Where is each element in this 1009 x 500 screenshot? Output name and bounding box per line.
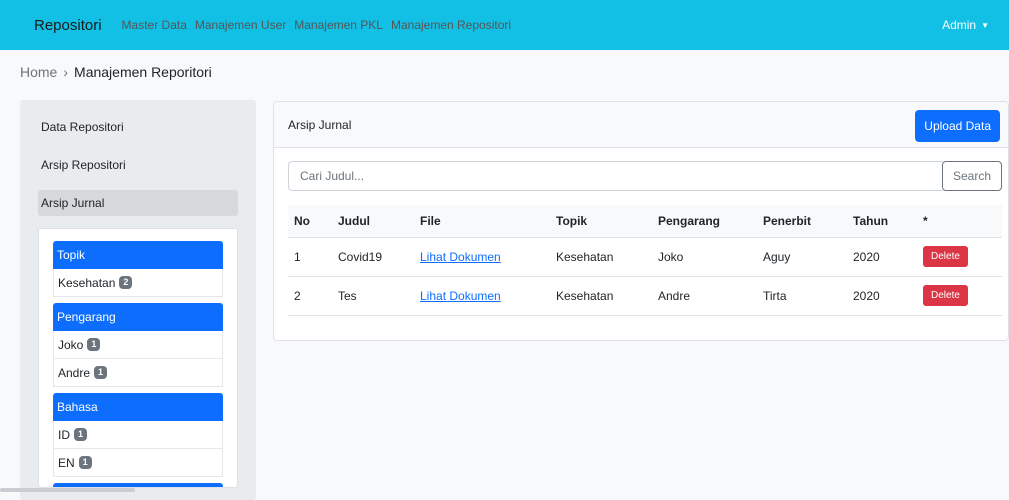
horizontal-scrollbar[interactable] xyxy=(0,488,135,492)
filter-item[interactable]: Andre 1 xyxy=(53,359,223,387)
filter-item-label: ID xyxy=(58,427,70,442)
cell-tahun: 2020 xyxy=(847,275,917,316)
filter-item-label: EN xyxy=(58,455,75,470)
count-badge: 1 xyxy=(78,456,92,469)
count-badge: 1 xyxy=(87,338,101,351)
cell-no: 1 xyxy=(288,236,332,276)
col-header-topik: Topik xyxy=(556,213,588,228)
card-header: Arsip Jurnal xyxy=(274,102,1008,148)
table-row: 1 Covid19 Lihat Dokumen Kesehatan Joko A… xyxy=(288,236,1002,276)
filter-item-label: Joko xyxy=(58,337,84,352)
cell-penerbit: Aguy xyxy=(757,236,847,276)
user-name: Admin xyxy=(942,18,977,32)
filter-item[interactable]: EN 1 xyxy=(53,449,223,477)
col-header-tahun: Tahun xyxy=(853,213,889,228)
filter-item-label: Andre xyxy=(58,365,91,380)
filter-item-label: Kesehatan xyxy=(58,275,116,290)
cell-judul: Covid19 xyxy=(332,236,414,276)
filter-item[interactable]: Joko 1 xyxy=(53,331,223,359)
breadcrumb: Home › Manajemen Reporitori xyxy=(20,64,212,80)
search-input[interactable] xyxy=(288,161,943,191)
search-button[interactable]: Search xyxy=(941,161,1002,191)
col-header-judul: Judul xyxy=(338,213,370,228)
cell-tahun: 2020 xyxy=(847,236,917,276)
nav-master-data[interactable]: Master Data xyxy=(122,18,187,32)
cell-pengarang: Andre xyxy=(652,275,757,316)
col-header-no: No xyxy=(294,213,310,228)
arsip-jurnal-card: Arsip Jurnal Upload Data Search No Judul… xyxy=(273,101,1009,341)
count-badge: 1 xyxy=(74,428,88,441)
filter-item[interactable]: ID 1 xyxy=(53,421,223,449)
user-dropdown[interactable]: Admin ▼ xyxy=(942,18,989,32)
filter-group-bahasa: Bahasa ID 1 EN 1 xyxy=(53,393,223,477)
filter-group-topik: Topik Kesehatan 2 xyxy=(53,241,223,297)
cell-topik: Kesehatan xyxy=(550,275,652,316)
nav-manajemen-pkl[interactable]: Manajemen PKL xyxy=(294,18,383,32)
brand-link[interactable]: Repositori xyxy=(34,17,102,34)
cell-judul: Tes xyxy=(332,275,414,316)
search-form: Search xyxy=(288,161,1002,191)
lihat-dokumen-link[interactable]: Lihat Dokumen xyxy=(420,289,501,303)
breadcrumb-current: Manajemen Reporitori xyxy=(74,64,212,80)
filter-group-pengarang: Pengarang Joko 1 Andre 1 xyxy=(53,303,223,387)
delete-button[interactable]: Delete xyxy=(923,285,968,306)
sidebar-item-arsip-repositori[interactable]: Arsip Repositori xyxy=(38,152,238,178)
breadcrumb-home[interactable]: Home xyxy=(20,64,57,80)
nav-manajemen-repositori[interactable]: Manajemen Repositori xyxy=(391,18,511,32)
chevron-down-icon: ▼ xyxy=(981,20,989,30)
nav-manajemen-user[interactable]: Manajemen User xyxy=(195,18,286,32)
filter-group-title: Bahasa xyxy=(53,393,223,421)
jurnal-table: No Judul File Topik Pengarang Penerbit T… xyxy=(288,205,1002,316)
cell-topik: Kesehatan xyxy=(550,236,652,276)
delete-button[interactable]: Delete xyxy=(923,246,968,267)
filter-group-title: Topik xyxy=(53,241,223,269)
sidebar-item-data-repositori[interactable]: Data Repositori xyxy=(38,114,238,140)
lihat-dokumen-link[interactable]: Lihat Dokumen xyxy=(420,250,501,264)
cell-no: 2 xyxy=(288,275,332,316)
upload-data-button[interactable]: Upload Data xyxy=(915,110,1000,142)
filter-item[interactable]: Kesehatan 2 xyxy=(53,269,223,297)
col-header-file: File xyxy=(420,213,441,228)
card-title: Arsip Jurnal xyxy=(288,117,352,132)
sidebar: Data Repositori Arsip Repositori Arsip J… xyxy=(20,100,256,500)
col-header-pengarang: Pengarang xyxy=(658,213,721,228)
table-header-row: No Judul File Topik Pengarang Penerbit T… xyxy=(288,205,1002,237)
col-header-action: * xyxy=(923,213,928,228)
table-row: 2 Tes Lihat Dokumen Kesehatan Andre Tirt… xyxy=(288,275,1002,316)
count-badge: 1 xyxy=(94,366,108,379)
cell-pengarang: Joko xyxy=(652,236,757,276)
sidebar-item-arsip-jurnal[interactable]: Arsip Jurnal xyxy=(38,190,238,216)
breadcrumb-separator: › xyxy=(63,64,69,80)
col-header-penerbit: Penerbit xyxy=(763,213,812,228)
cell-penerbit: Tirta xyxy=(757,275,847,316)
filter-panel: Topik Kesehatan 2 Pengarang Joko 1 Andre… xyxy=(38,228,238,488)
top-navbar: Repositori Master Data Manajemen User Ma… xyxy=(0,0,1009,50)
filter-group-title: Pengarang xyxy=(53,303,223,331)
count-badge: 2 xyxy=(119,276,133,289)
